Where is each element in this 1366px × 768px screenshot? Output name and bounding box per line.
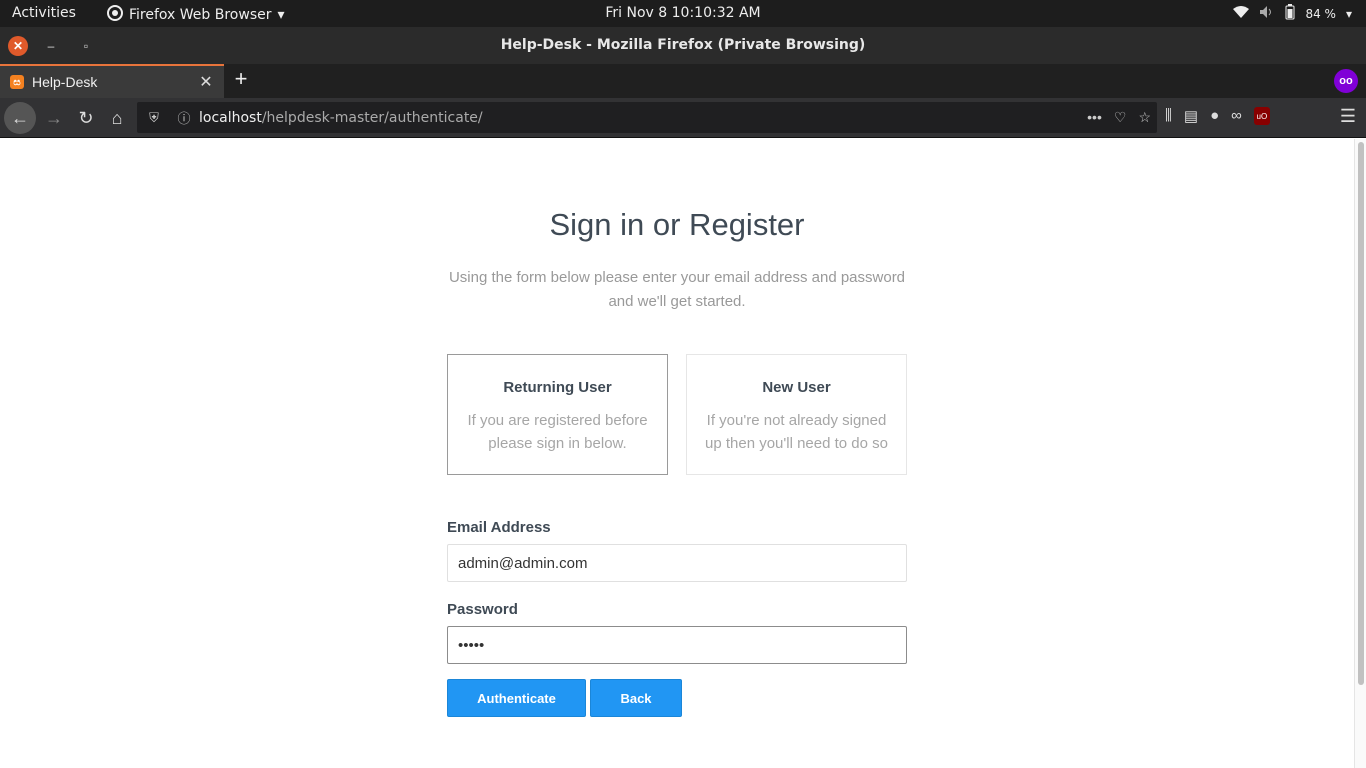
tracking-shield-icon[interactable]: ⛨ [145, 110, 163, 126]
battery-percent: 84 % [1305, 6, 1336, 21]
xampp-favicon-icon: ස [10, 75, 24, 89]
tab-close-icon[interactable]: ✕ [196, 72, 216, 92]
page-actions-icon[interactable]: ••• [1087, 109, 1102, 126]
home-icon: ⌂ [111, 107, 123, 128]
url-host: localhost [199, 109, 262, 126]
navigation-bar: ← → ↻ ⌂ ⛨ ⓘ localhost/helpdesk-master/au… [0, 98, 1366, 138]
system-tray[interactable]: 84 % ▾ [1233, 4, 1352, 23]
email-field[interactable] [447, 544, 907, 582]
ublock-origin-icon[interactable]: uO [1253, 107, 1270, 125]
battery-icon [1285, 4, 1295, 23]
pocket-icon[interactable]: ♡ [1114, 109, 1127, 126]
caret-down-icon: ▾ [277, 7, 285, 23]
window-title-bar: ✕ – ▫ Help-Desk - Mozilla Firefox (Priva… [0, 27, 1366, 64]
new-tab-button[interactable]: + [230, 68, 252, 92]
app-menu-label: Firefox Web Browser [129, 7, 272, 23]
volume-icon [1259, 5, 1275, 22]
page-content: Sign in or Register Using the form below… [0, 139, 1354, 768]
library-icon[interactable]: ⫼ [1165, 107, 1172, 125]
forward-button[interactable]: → [40, 104, 68, 132]
window-title: Help-Desk - Mozilla Firefox (Private Bro… [500, 37, 866, 53]
url-bar[interactable]: ⛨ ⓘ localhost/helpdesk-master/authentica… [137, 102, 1157, 133]
hamburger-menu-icon[interactable]: ☰ [1340, 106, 1356, 127]
url-text[interactable]: localhost/helpdesk-master/authenticate/ [199, 110, 1087, 126]
page-scrollbar[interactable] [1354, 139, 1366, 768]
sidebar-icon[interactable]: ▤ [1184, 107, 1198, 125]
home-button[interactable]: ⌂ [103, 104, 131, 132]
system-top-bar: Activities Firefox Web Browser ▾ Fri Nov… [0, 0, 1366, 27]
tab-strip: ස Help-Desk ✕ + oo [0, 64, 1366, 98]
email-label: Email Address [447, 519, 551, 536]
firefox-icon [107, 5, 123, 25]
card-title: New User [762, 379, 831, 396]
private-browsing-icon: oo [1334, 69, 1358, 93]
page-subtitle: Using the form below please enter your e… [448, 269, 906, 310]
authenticate-button[interactable]: Authenticate [447, 679, 586, 717]
password-field[interactable] [447, 626, 907, 664]
card-description: If you're not already signed up then you… [704, 412, 888, 452]
activities-button[interactable]: Activities [12, 5, 76, 21]
arrow-left-icon: ← [11, 107, 29, 128]
tab-help-desk[interactable]: ස Help-Desk ✕ [0, 64, 224, 98]
tab-title: Help-Desk [32, 74, 98, 90]
password-label: Password [447, 601, 518, 618]
returning-user-card[interactable]: Returning User If you are registered bef… [447, 354, 668, 475]
scrollbar-thumb[interactable] [1358, 142, 1364, 685]
reload-button[interactable]: ↻ [72, 104, 100, 132]
account-icon[interactable]: ● [1210, 107, 1219, 125]
arrow-right-icon: → [45, 107, 63, 128]
card-description: If you are registered before please sign… [467, 412, 648, 452]
private-mask-icon[interactable]: ∞ [1231, 107, 1242, 125]
wifi-icon [1233, 5, 1250, 22]
clock[interactable]: Fri Nov 8 10:10:32 AM [605, 5, 760, 21]
app-menu[interactable]: Firefox Web Browser ▾ [107, 5, 285, 25]
caret-down-icon: ▾ [1345, 6, 1352, 21]
card-title: Returning User [503, 379, 612, 396]
site-info-icon[interactable]: ⓘ [175, 108, 193, 127]
back-button[interactable]: ← [4, 102, 36, 134]
back-link-button[interactable]: Back [590, 679, 682, 717]
new-user-card[interactable]: New User If you're not already signed up… [686, 354, 907, 475]
bookmark-star-icon[interactable]: ☆ [1138, 109, 1151, 126]
reload-icon: ↻ [78, 107, 94, 128]
url-path: /helpdesk-master/authenticate/ [261, 109, 483, 126]
page-title: Sign in or Register [549, 207, 805, 242]
